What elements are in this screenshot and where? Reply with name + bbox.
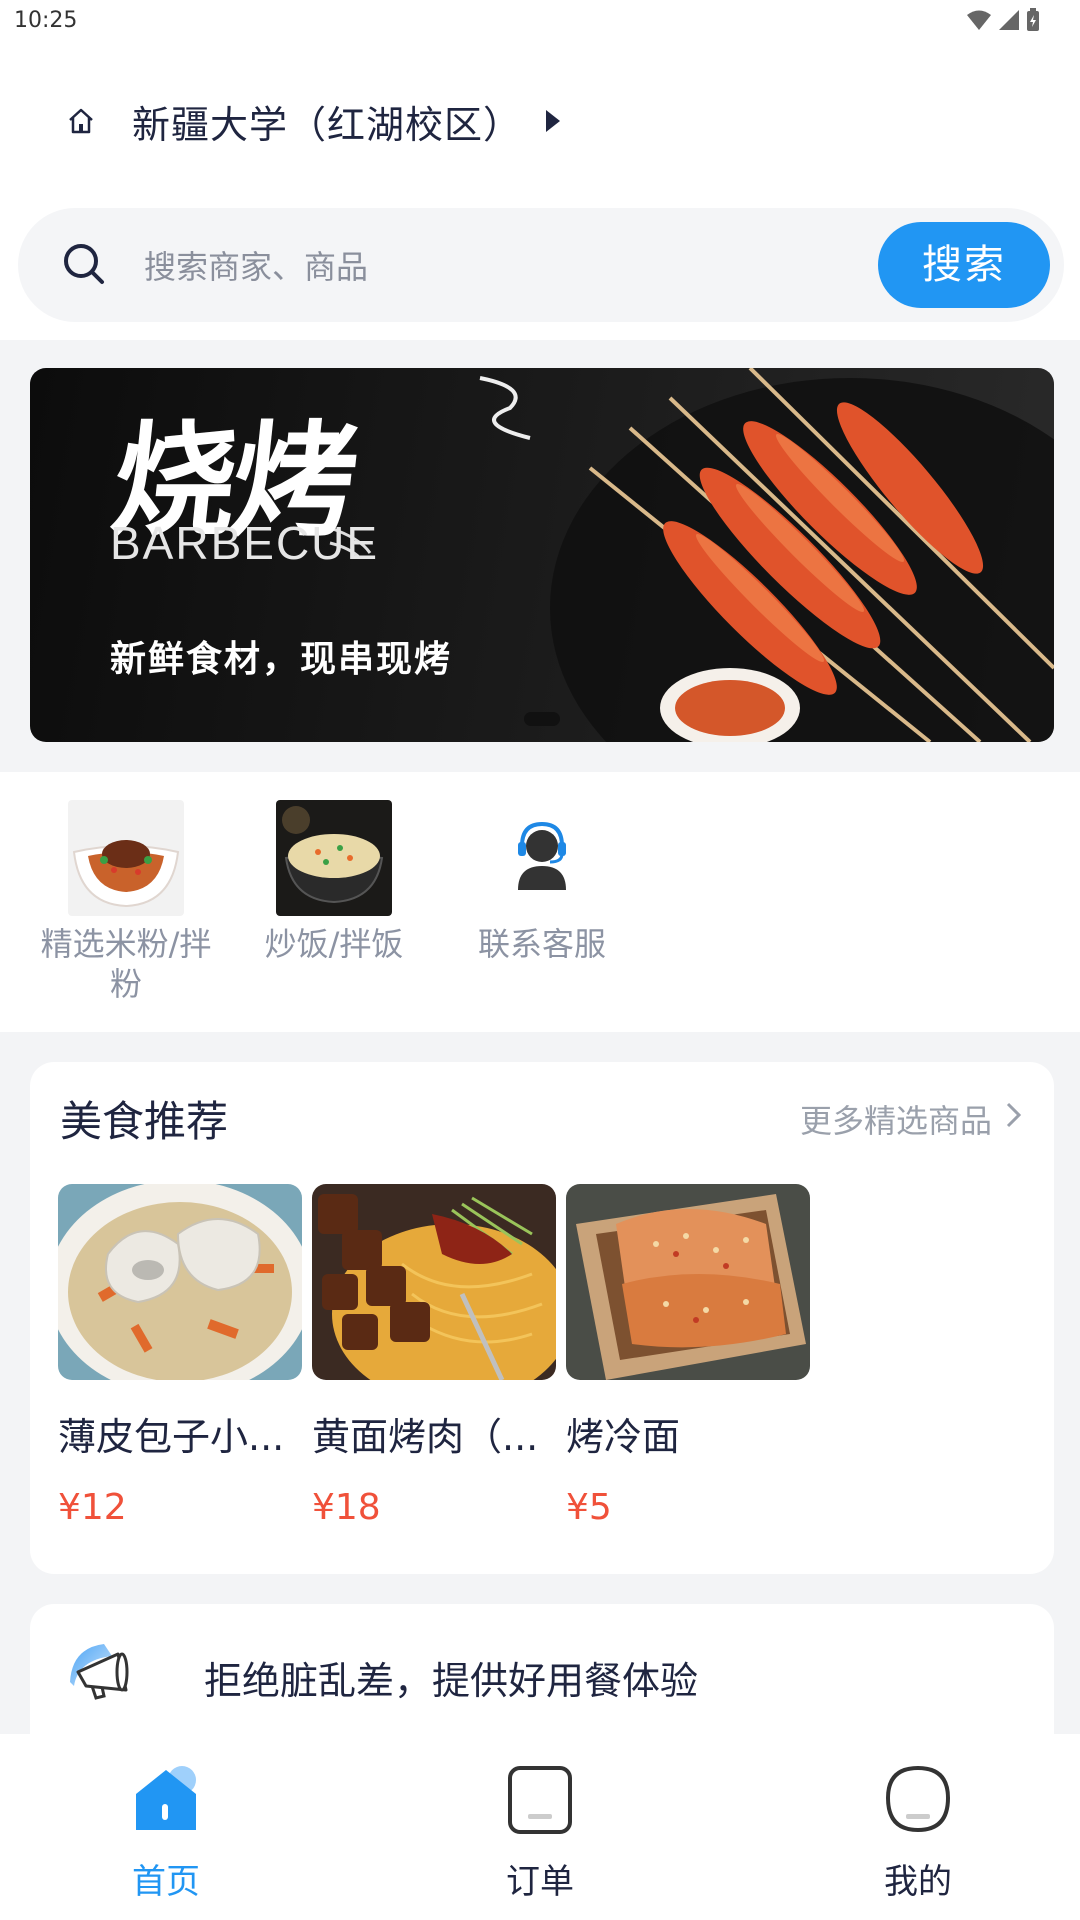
home-tab-icon xyxy=(136,1766,196,1830)
food-recommend-card: 美食推荐 更多精选商品 薄皮包子小... ¥12 黄面烤肉（... ¥18 烤冷… xyxy=(30,1062,1054,1574)
battery-icon xyxy=(1027,8,1039,31)
chevron-right-icon[interactable] xyxy=(1004,1100,1024,1130)
tab-label: 订单 xyxy=(506,1862,574,1902)
carousel-indicator xyxy=(524,712,560,726)
product-name: 黄面烤肉（... xyxy=(312,1415,539,1459)
orders-tab-icon xyxy=(508,1766,572,1834)
product-card[interactable]: 薄皮包子小... ¥12 xyxy=(58,1184,302,1528)
banner-subtitle: BARBECUE xyxy=(110,517,380,569)
fried-rice-bowl-photo xyxy=(276,800,392,916)
notice-text: 拒绝脏乱差，提供好用餐体验 xyxy=(204,1659,699,1703)
more-products-link[interactable]: 更多精选商品 xyxy=(800,1096,992,1142)
home-icon xyxy=(69,108,93,134)
tab-mine[interactable]: 我的 xyxy=(838,1764,998,1903)
status-icons xyxy=(966,8,1040,32)
product-image-kaolengmian xyxy=(566,1184,810,1380)
product-card[interactable]: 烤冷面 ¥5 xyxy=(566,1184,810,1528)
product-price: ¥18 xyxy=(312,1487,381,1528)
signal-icon xyxy=(999,10,1019,30)
rice-noodle-bowl-photo xyxy=(68,800,184,916)
tab-orders[interactable]: 订单 xyxy=(460,1764,620,1903)
search-icon xyxy=(64,244,104,284)
category-fried-rice[interactable]: 炒饭/拌饭 xyxy=(236,800,432,964)
tab-home[interactable]: 首页 xyxy=(86,1764,246,1903)
category-label: 联系客服 xyxy=(477,925,606,963)
tab-label: 首页 xyxy=(132,1862,200,1902)
megaphone-icon xyxy=(70,1644,129,1700)
bottom-tab-bar: 首页 订单 我的 xyxy=(0,1734,1080,1920)
category-customer-service[interactable]: 联系客服 xyxy=(444,800,640,964)
banner-slogan: 新鲜食材，现串现烤 xyxy=(110,639,453,680)
status-bar: 10:25 xyxy=(0,0,1080,42)
product-card[interactable]: 黄面烤肉（... ¥18 xyxy=(312,1184,556,1528)
location-selector[interactable]: 新疆大学（红湖校区） xyxy=(66,96,562,147)
category-label: 炒饭/拌饭 xyxy=(264,925,404,963)
product-image-baozi-rice xyxy=(58,1184,302,1380)
tab-label: 我的 xyxy=(884,1862,952,1902)
section-title: 美食推荐 xyxy=(60,1097,229,1146)
category-label: 精选米粉/拌粉 xyxy=(40,925,212,1003)
status-time: 10:25 xyxy=(14,8,78,33)
search-input[interactable]: 搜索商家、商品 xyxy=(144,242,368,288)
product-image-noodle-kebab xyxy=(312,1184,556,1380)
wifi-icon xyxy=(967,10,991,30)
customer-service-icon xyxy=(484,800,600,916)
category-rice-noodles[interactable]: 精选米粉/拌粉 xyxy=(28,800,224,1004)
profile-tab-icon xyxy=(885,1765,951,1833)
product-name: 薄皮包子小... xyxy=(58,1415,285,1459)
product-name: 烤冷面 xyxy=(566,1415,681,1459)
product-price: ¥5 xyxy=(566,1487,612,1528)
search-bar: 搜索商家、商品 搜索 xyxy=(18,208,1064,322)
product-price: ¥12 xyxy=(58,1487,127,1528)
location-name: 新疆大学（红湖校区） xyxy=(132,102,523,147)
promo-banner[interactable]: 烧烤 BARBECUE 新鲜食材，现串现烤 xyxy=(30,368,1054,742)
notice-bar[interactable]: 拒绝脏乱差，提供好用餐体验 xyxy=(30,1604,1054,1754)
caret-right-icon xyxy=(546,110,561,132)
search-button[interactable]: 搜索 xyxy=(878,222,1050,308)
